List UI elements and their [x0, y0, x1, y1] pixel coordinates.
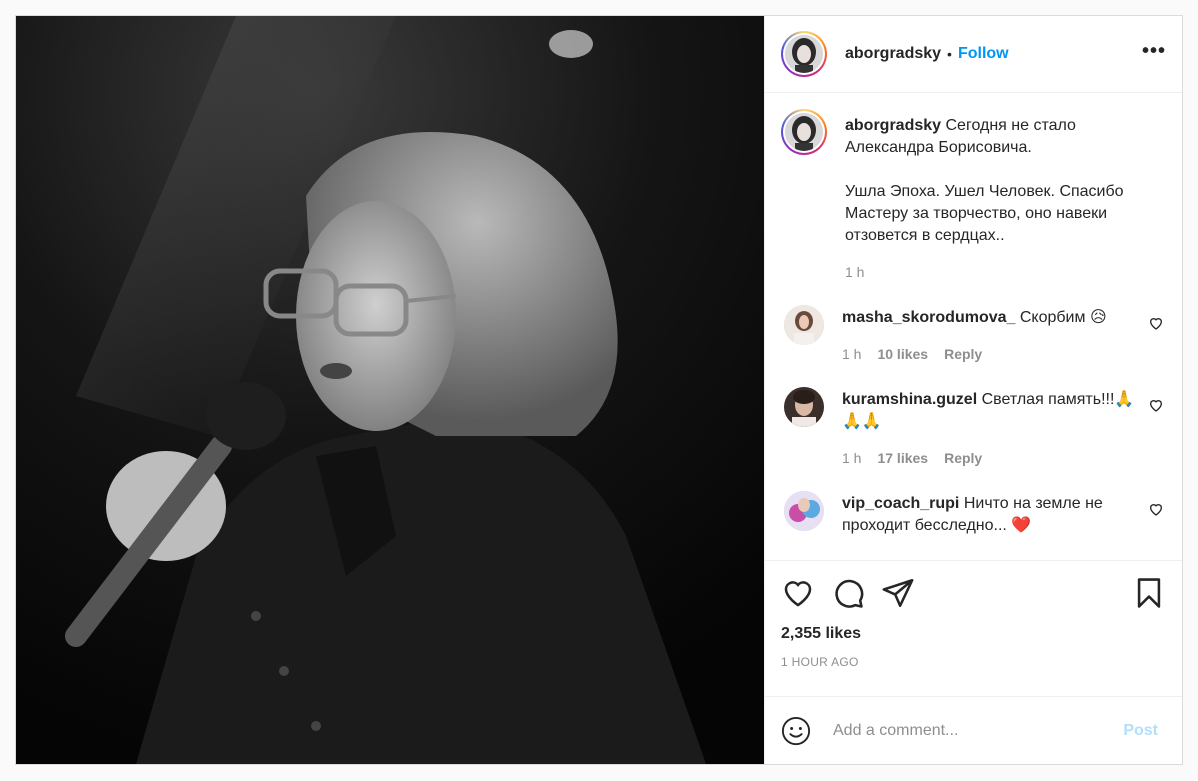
- comment-username[interactable]: kuramshina.guzel: [842, 391, 977, 408]
- post-card: aborgradsky • Follow ••• aborgradsky Сег…: [15, 15, 1183, 765]
- comment-input[interactable]: [831, 720, 1124, 741]
- caption-time[interactable]: 1 h: [845, 261, 864, 283]
- post-sidebar: aborgradsky • Follow ••• aborgradsky Сег…: [764, 16, 1182, 764]
- save-bookmark-icon[interactable]: [1132, 576, 1166, 610]
- comment-item: kuramshina.guzel Светлая память!!!🙏🙏🙏 1 …: [781, 387, 1166, 469]
- like-heart-icon[interactable]: [781, 576, 815, 610]
- caption-text: Сегодня не стало Александра Борисовича. …: [845, 117, 1124, 244]
- comment-item: masha_skorodumova_ Скорбим 😥 1 h 10 like…: [781, 305, 1166, 365]
- comment-username[interactable]: vip_coach_rupi: [842, 495, 959, 512]
- share-paper-plane-icon[interactable]: [881, 576, 915, 610]
- reply-button[interactable]: Reply: [944, 343, 982, 365]
- comment-likes[interactable]: 17 likes: [877, 447, 928, 469]
- like-comment-heart-icon[interactable]: [1148, 397, 1164, 413]
- post-comment-button[interactable]: Post: [1123, 722, 1158, 740]
- author-avatar[interactable]: [781, 31, 827, 77]
- reply-button[interactable]: Reply: [944, 447, 982, 469]
- more-options-icon[interactable]: •••: [1142, 40, 1166, 69]
- like-comment-heart-icon[interactable]: [1148, 315, 1164, 331]
- comment-time[interactable]: 1 h: [842, 343, 861, 365]
- comment-time[interactable]: 1 h: [842, 447, 861, 469]
- commenter-avatar[interactable]: [784, 305, 824, 345]
- author-username[interactable]: aborgradsky: [845, 45, 941, 63]
- comment-likes[interactable]: 10 likes: [877, 343, 928, 365]
- caption: aborgradsky Сегодня не стало Александра …: [781, 109, 1166, 283]
- comment-text: Скорбим 😥: [1019, 309, 1107, 326]
- post-actions: 2,355 likes 1 HOUR AGO: [765, 560, 1182, 669]
- commenter-avatar[interactable]: [784, 491, 824, 531]
- follow-button[interactable]: Follow: [958, 45, 1009, 63]
- separator-dot: •: [947, 46, 952, 62]
- like-comment-heart-icon[interactable]: [1148, 501, 1164, 517]
- comments-list[interactable]: aborgradsky Сегодня не стало Александра …: [765, 93, 1182, 560]
- caption-username[interactable]: aborgradsky: [845, 117, 941, 134]
- likes-count[interactable]: 2,355 likes: [781, 625, 1166, 643]
- commenter-avatar[interactable]: [784, 387, 824, 427]
- post-header: aborgradsky • Follow •••: [765, 16, 1182, 93]
- comment-item: vip_coach_rupi Ничто на земле не проходи…: [781, 491, 1166, 537]
- add-comment-bar: Post: [765, 696, 1182, 764]
- post-timestamp[interactable]: 1 HOUR AGO: [781, 655, 1166, 669]
- caption-author-avatar[interactable]: [781, 109, 827, 155]
- comment-bubble-icon[interactable]: [831, 576, 865, 610]
- emoji-icon[interactable]: [781, 716, 811, 746]
- post-photo-image: [16, 16, 764, 764]
- comment-username[interactable]: masha_skorodumova_: [842, 309, 1015, 326]
- post-photo[interactable]: [16, 16, 764, 764]
